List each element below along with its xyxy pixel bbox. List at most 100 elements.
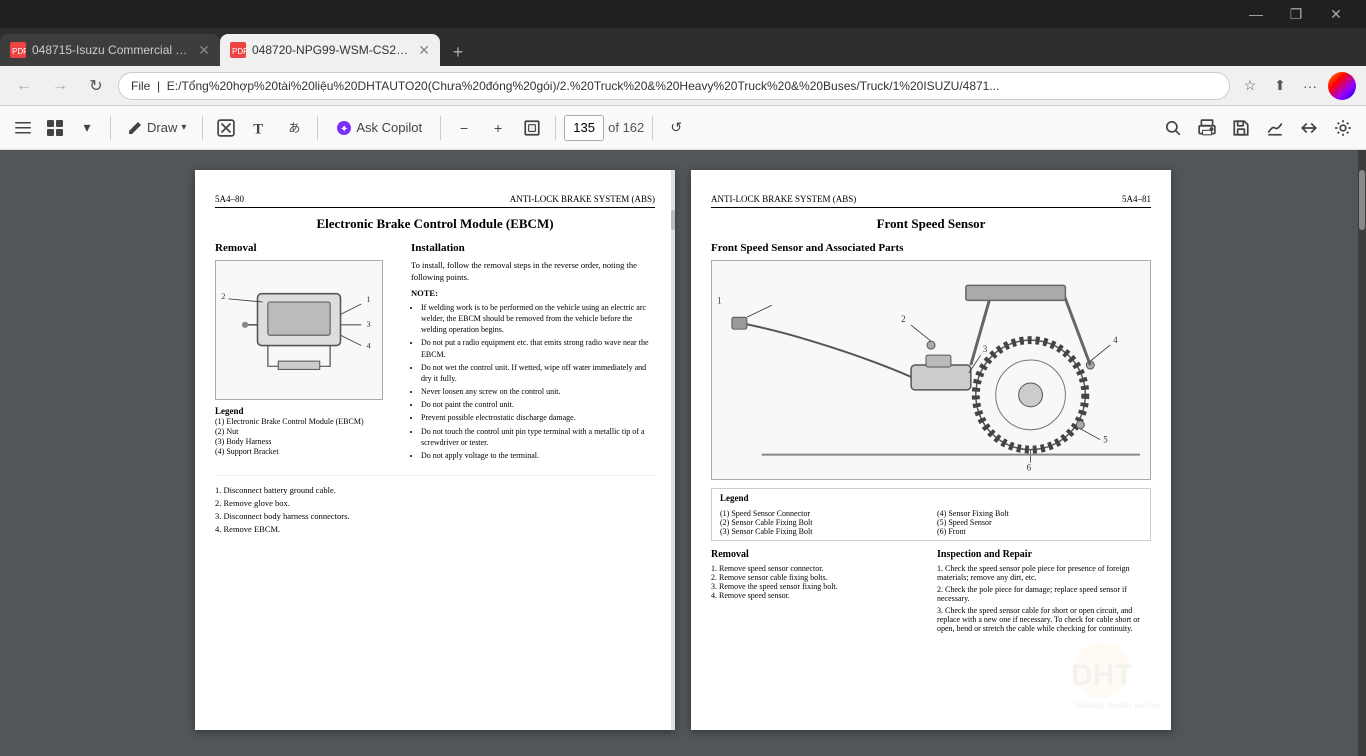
inspection-step-3: 3. Check the speed sensor cable for shor… [937, 606, 1151, 633]
legend-r2: (2) Sensor Cable Fixing Bolt [720, 518, 925, 527]
view-mode-button[interactable] [40, 113, 70, 143]
left-content-columns: Removal [215, 242, 655, 465]
separator-3 [317, 116, 318, 140]
page-section-left: ANTI-LOCK BRAKE SYSTEM (ABS) [510, 194, 655, 204]
legend-r6: (6) Front [937, 527, 1142, 536]
tab-2-close[interactable]: ✕ [418, 42, 430, 59]
main-scrollbar[interactable] [1358, 150, 1366, 756]
bullet-1: Do not put a radio equipment etc. that e… [421, 337, 655, 359]
more-icon[interactable]: ··· [1298, 74, 1322, 98]
sidebar-toggle-button[interactable] [8, 113, 38, 143]
tab-1-title: 048715-Isuzu Commercial Truck [32, 43, 188, 57]
removal-label-right: Removal [711, 549, 925, 560]
bullet-3: Never loosen any screw on the control un… [421, 386, 655, 397]
removal-step-4: 4. Remove EBCM. [215, 524, 655, 534]
left-col: Removal [215, 242, 395, 465]
svg-text:4: 4 [1113, 335, 1118, 345]
inspection-section: Inspection and Repair 1. Check the speed… [937, 549, 1151, 636]
pdf-toolbar: ▾ Draw ▾ T あ ✦ Ask Copilot − + of 162 ↺ [0, 106, 1366, 150]
separator-2 [202, 116, 203, 140]
handwriting-button[interactable]: あ [279, 113, 309, 143]
legend-col2: (4) Sensor Fixing Bolt (5) Speed Sensor … [937, 509, 1142, 536]
settings-button[interactable] [1328, 113, 1358, 143]
tab-2[interactable]: PDF 048720-NPG99-WSM-CS2.pdf ✕ [220, 34, 440, 66]
left-page-title: Electronic Brake Control Module (EBCM) [215, 216, 655, 232]
share-icon[interactable]: ⬆ [1268, 74, 1292, 98]
pdf-area: 5A4–80 ANTI-LOCK BRAKE SYSTEM (ABS) Elec… [0, 150, 1366, 756]
page-navigation: of 162 [564, 115, 644, 141]
legend-r1: (1) Speed Sensor Connector [720, 509, 925, 518]
save-button[interactable] [1226, 113, 1256, 143]
note-label: NOTE: [411, 288, 655, 298]
toolbar-nav-group: ▾ [8, 113, 102, 143]
watermark-text: Sharing creates success [1041, 700, 1161, 710]
removal-step-r3: 3. Remove the speed sensor fixing bolt. [711, 582, 925, 591]
back-button[interactable]: ← [10, 72, 38, 100]
page-scroll-track [671, 170, 675, 730]
draw-dropdown[interactable]: ▾ [181, 122, 186, 133]
bullet-6: Do not touch the control unit pin type t… [421, 426, 655, 448]
bullet-5: Prevent possible electrostatic discharge… [421, 412, 655, 423]
search-button[interactable] [1158, 113, 1188, 143]
svg-text:2: 2 [221, 292, 225, 301]
removal-step-r1: 1. Remove speed sensor connector. [711, 564, 925, 573]
dropdown-button[interactable]: ▾ [72, 113, 102, 143]
inspection-label: Inspection and Repair [937, 549, 1151, 560]
draw-button[interactable]: Draw ▾ [119, 113, 194, 143]
tab-1[interactable]: PDF 048715-Isuzu Commercial Truck ✕ [0, 34, 220, 66]
address-input[interactable] [118, 72, 1230, 100]
svg-text:1: 1 [717, 295, 721, 305]
zoom-out-button[interactable]: − [449, 113, 479, 143]
pdf-scroll[interactable]: 5A4–80 ANTI-LOCK BRAKE SYSTEM (ABS) Elec… [0, 150, 1366, 756]
page-number-input[interactable] [564, 115, 604, 141]
svg-text:4: 4 [366, 342, 371, 351]
watermark: DHT Sharing creates success [1041, 640, 1161, 710]
pdf-icon-tab2: PDF [230, 42, 246, 58]
svg-text:PDF: PDF [232, 47, 246, 56]
removal-label: Removal [215, 242, 395, 254]
removal-step-3: 3. Disconnect body harness connectors. [215, 511, 655, 521]
page-num-right: 5A4–81 [1122, 194, 1151, 204]
svg-text:✦: ✦ [340, 124, 348, 135]
removal-steps-left: 1. Disconnect battery ground cable. 2. R… [215, 475, 655, 534]
text-button[interactable]: T [245, 113, 275, 143]
inspection-step-1: 1. Check the speed sensor pole piece for… [937, 564, 1151, 582]
close-button[interactable]: ✕ [1316, 0, 1356, 28]
favorites-icon[interactable]: ☆ [1238, 74, 1262, 98]
removal-step-1: 1. Disconnect battery ground cable. [215, 485, 655, 495]
scrollbar-thumb[interactable] [1359, 170, 1365, 230]
eraser-button[interactable] [211, 113, 241, 143]
separator-1 [110, 116, 111, 140]
right-page-subtitle: Front Speed Sensor and Associated Parts [711, 242, 1151, 254]
svg-text:3: 3 [366, 320, 370, 329]
print-button[interactable] [1192, 113, 1222, 143]
removal-step-r4: 4. Remove speed sensor. [711, 591, 925, 600]
maximize-button[interactable]: ❐ [1276, 0, 1316, 28]
install-bullets: If welding work is to be performed on th… [411, 302, 655, 461]
fit-page-button[interactable] [517, 113, 547, 143]
legend-section-right: Legend (1) Speed Sensor Connector (2) Se… [711, 488, 1151, 541]
legend-r3: (3) Sensor Cable Fixing Bolt [720, 527, 925, 536]
fit-width-button[interactable] [1294, 113, 1324, 143]
rotate-button[interactable]: ↺ [661, 113, 691, 143]
tab-1-close[interactable]: ✕ [198, 42, 210, 59]
front-sensor-diagram: 1 2 3 4 5 6 [711, 260, 1151, 480]
ask-copilot-button[interactable]: ✦ Ask Copilot [326, 113, 432, 143]
address-bar: ← → ↻ ☆ ⬆ ··· [0, 66, 1366, 106]
new-tab-button[interactable]: + [444, 38, 472, 66]
legend-title-right: Legend [720, 493, 1142, 503]
svg-text:T: T [254, 121, 264, 136]
forward-button[interactable]: → [46, 72, 74, 100]
pdf-page-right: ANTI-LOCK BRAKE SYSTEM (ABS) 5A4–81 Fron… [691, 170, 1171, 730]
edge-icon [1328, 72, 1356, 100]
zoom-in-button[interactable]: + [483, 113, 513, 143]
legend-col1: (1) Speed Sensor Connector (2) Sensor Ca… [720, 509, 925, 536]
minimize-button[interactable]: — [1236, 0, 1276, 28]
sign-button[interactable] [1260, 113, 1290, 143]
refresh-button[interactable]: ↻ [82, 72, 110, 100]
inspection-step-2: 2. Check the pole piece for damage; repl… [937, 585, 1151, 603]
ask-copilot-label: Ask Copilot [356, 120, 422, 135]
install-intro: To install, follow the removal steps in … [411, 260, 655, 284]
pdf-icon-tab1: PDF [10, 42, 26, 58]
right-col-install: Installation To install, follow the remo… [411, 242, 655, 465]
